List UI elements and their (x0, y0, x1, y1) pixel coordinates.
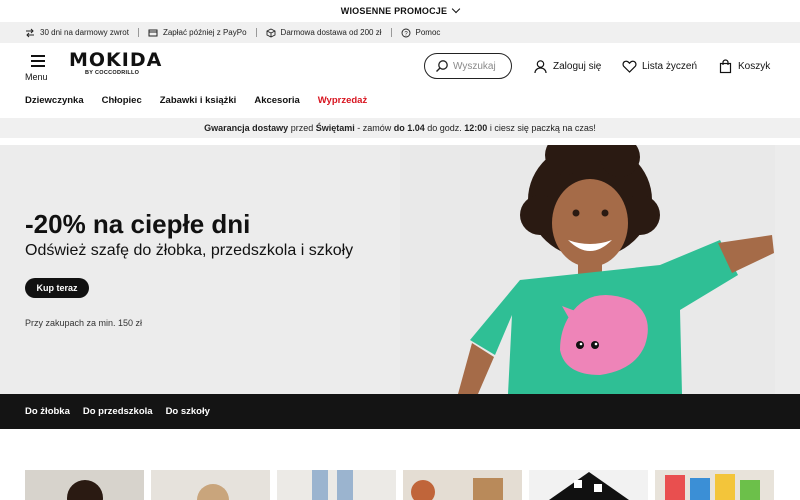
nav-item-toys-books[interactable]: Zabawki i książki (160, 95, 237, 106)
delivery-text: - zamów (354, 123, 394, 133)
user-icon (533, 59, 548, 74)
thumbnail-row (25, 470, 775, 500)
menu-label: Menu (25, 72, 48, 82)
hero-note: Przy zakupach za min. 150 zł (25, 318, 143, 328)
delivery-text: do godz. (424, 123, 465, 133)
hero-banner[interactable]: -20% na ciepłe dni Odśwież szafę do żłob… (0, 145, 800, 394)
benefit-label: Pomoc (415, 28, 441, 37)
nav-item-boy[interactable]: Chłopiec (102, 95, 142, 106)
return-arrows-icon (25, 28, 35, 38)
chevron-down-icon (451, 4, 461, 14)
delivery-text: i ciesz się paczką na czas! (487, 123, 596, 133)
thumbnail-image[interactable] (277, 470, 396, 500)
hero-subtitle: Odśwież szafę do żłobka, przedszkola i s… (25, 242, 354, 259)
site-header: Menu MOKIDA BY COCCODRILLO Wyszukaj Zalo… (0, 43, 800, 89)
nav-item-girl[interactable]: Dziewczynka (25, 95, 84, 106)
divider (255, 28, 257, 37)
thumbnail-image[interactable] (403, 470, 522, 500)
search-input[interactable]: Wyszukaj (424, 53, 512, 79)
benefits-bar: 30 dni na darmowy zwrot Zapłać później z… (0, 22, 800, 43)
benefit-label: Darmowa dostawa od 200 zł (280, 28, 382, 37)
delivery-text: Gwarancja dostawy (204, 123, 289, 133)
benefit-free-delivery[interactable]: Darmowa dostawa od 200 zł (266, 27, 382, 38)
cart-label: Koszyk (738, 60, 771, 72)
heart-icon (622, 59, 637, 74)
wishlist-link[interactable]: Lista życzeń (622, 57, 697, 75)
benefit-returns[interactable]: 30 dni na darmowy zwrot (25, 28, 129, 38)
promo-dropdown[interactable]: WIOSENNE PROMOCJE (0, 0, 800, 22)
card-icon (148, 28, 158, 38)
menu-button[interactable]: Menu (24, 51, 52, 83)
hero-child-photo (400, 145, 775, 394)
shop-now-button[interactable]: Kup teraz (25, 278, 89, 298)
divider (390, 28, 392, 37)
nav-item-accessories[interactable]: Akcesoria (254, 95, 299, 106)
delivery-text: Świętami (315, 123, 355, 133)
delivery-date: do 1.04 (393, 123, 425, 133)
delivery-text: przed (288, 123, 316, 133)
benefit-help[interactable]: ? Pomoc (401, 28, 441, 38)
benefit-paypo[interactable]: Zapłać później z PayPo (148, 28, 247, 38)
thumbnail-image[interactable] (25, 470, 144, 500)
delivery-time: 12:00 (464, 123, 488, 133)
search-placeholder: Wyszukaj (453, 60, 496, 72)
login-label: Zaloguj się (553, 60, 602, 72)
nav-item-sale[interactable]: Wyprzedaż (318, 95, 367, 106)
thumbnail-image[interactable] (655, 470, 774, 500)
hamburger-icon (31, 55, 45, 70)
logo-wordmark: MOKIDA (69, 49, 163, 71)
category-school[interactable]: Do szkoły (166, 406, 210, 417)
main-nav: Dziewczynka Chłopiec Zabawki i książki A… (0, 89, 800, 111)
hero-title: -20% na ciepłe dni (25, 209, 251, 239)
bag-icon (718, 58, 733, 74)
divider (137, 28, 139, 37)
thumbnail-image[interactable] (151, 470, 270, 500)
login-link[interactable]: Zaloguj się (533, 57, 601, 75)
package-icon (266, 27, 276, 38)
thumbnail-image[interactable] (529, 470, 648, 500)
help-icon: ? (401, 28, 411, 38)
category-preschool[interactable]: Do przedszkola (83, 406, 153, 417)
cart-link[interactable]: Koszyk (718, 57, 770, 75)
category-links-bar: Do żłobka Do przedszkola Do szkoły (0, 394, 800, 429)
search-icon (435, 59, 449, 73)
benefit-label: Zapłać później z PayPo (162, 28, 247, 37)
promo-label: WIOSENNE PROMOCJE (340, 6, 448, 16)
benefit-label: 30 dni na darmowy zwrot (40, 28, 129, 37)
category-nursery[interactable]: Do żłobka (25, 406, 70, 417)
site-logo[interactable]: MOKIDA BY COCCODRILLO (69, 50, 169, 82)
wishlist-label: Lista życzeń (642, 60, 698, 72)
delivery-guarantee-bar: Gwarancja dostawy przed Świętami - zamów… (0, 118, 800, 138)
